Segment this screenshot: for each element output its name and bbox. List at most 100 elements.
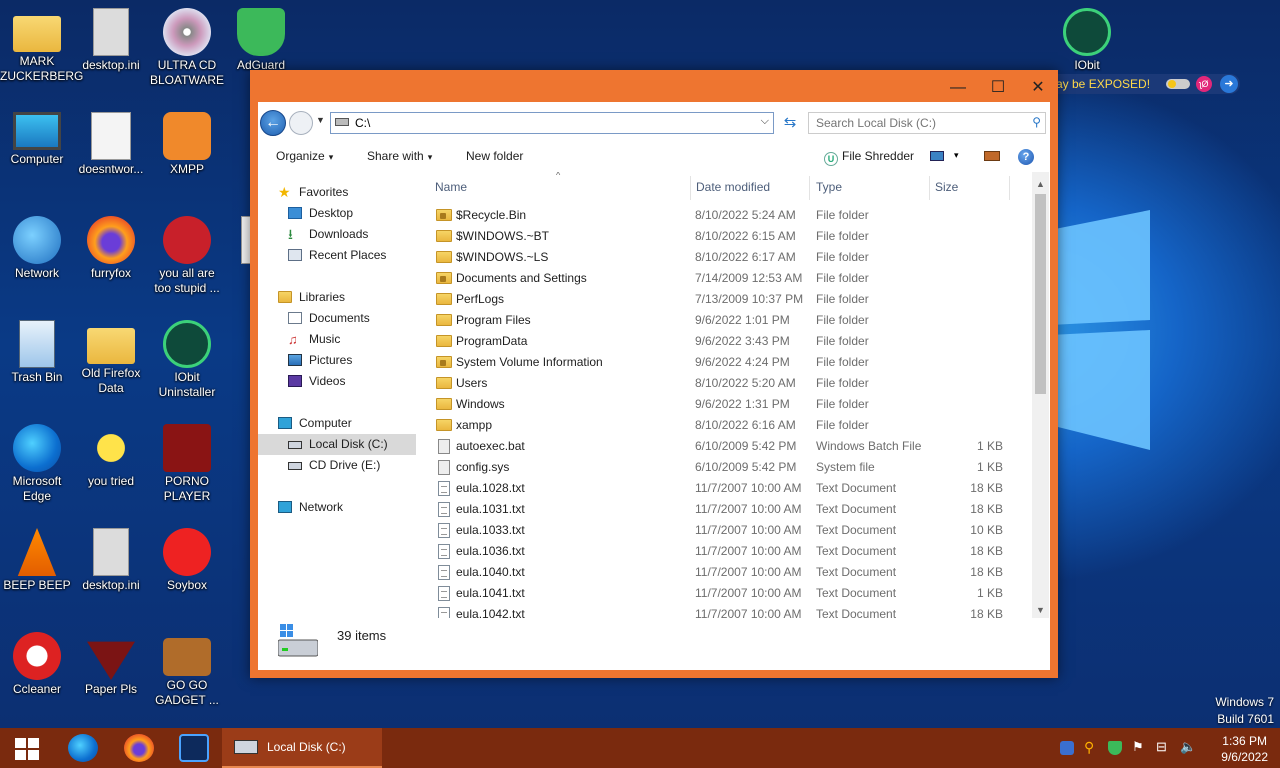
vertical-scrollbar[interactable]: ▲ ▼ <box>1032 172 1049 618</box>
file-row[interactable]: $WINDOWS.~BT 8/10/2022 6:15 AM File folder <box>424 226 1036 247</box>
column-divider[interactable] <box>1009 176 1010 200</box>
desktop-icon-old-firefox-data[interactable]: Old Firefox Data <box>74 320 148 396</box>
desktop-icon-ccleaner[interactable]: Ccleaner <box>0 632 74 697</box>
recent-pages-dropdown[interactable]: ▼ <box>316 115 325 125</box>
desktop-icon-paper-pls[interactable]: Paper Pls <box>74 632 148 697</box>
adguard-tray-icon[interactable] <box>1108 741 1122 755</box>
file-row[interactable]: eula.1031.txt 11/7/2007 10:00 AM Text Docu… <box>424 499 1036 520</box>
file-row[interactable]: autoexec.bat 6/10/2009 5:42 PM Windows Bat… <box>424 436 1036 457</box>
help-icon[interactable]: ? <box>1018 149 1034 165</box>
taskbar-explorer-window[interactable]: Local Disk (C:) <box>222 728 382 768</box>
desktop-icon-iobit-uninstaller[interactable]: IObit Uninstaller <box>150 320 224 400</box>
search-input[interactable] <box>809 113 1009 133</box>
nav-documents[interactable]: Documents <box>258 308 416 329</box>
file-row[interactable]: System Volume Information 9/6/2022 4:24 P… <box>424 352 1036 373</box>
start-button[interactable] <box>0 728 54 768</box>
minimize-button[interactable]: — <box>938 70 978 106</box>
scroll-up-arrow-icon[interactable]: ▲ <box>1032 176 1049 192</box>
column-divider[interactable] <box>809 176 810 200</box>
file-row[interactable]: $Recycle.Bin 8/10/2022 5:24 AM File folder <box>424 205 1036 226</box>
nav-favorites[interactable]: ★ Favorites <box>258 182 416 203</box>
file-row[interactable]: Program Files 9/6/2022 1:01 PM File folder <box>424 310 1036 331</box>
nav-desktop[interactable]: Desktop <box>258 203 416 224</box>
file-row[interactable]: eula.1042.txt 11/7/2007 10:00 AM Text Docu… <box>424 604 1036 618</box>
network-tray-icon[interactable]: ⊟ <box>1156 739 1170 754</box>
column-divider[interactable] <box>929 176 930 200</box>
desktop-icon-mark-zuckerberg[interactable]: MARK ZUCKERBERG <box>0 8 83 84</box>
nav-libraries[interactable]: Libraries <box>258 287 416 308</box>
desktop-icon-microsoft-edge[interactable]: Microsoft Edge <box>0 424 74 504</box>
file-row[interactable]: eula.1036.txt 11/7/2007 10:00 AM Text Docu… <box>424 541 1036 562</box>
file-row[interactable]: Windows 9/6/2022 1:31 PM File folder <box>424 394 1036 415</box>
taskbar-firefox[interactable] <box>112 728 166 768</box>
nav-local-disk[interactable]: Local Disk (C:) <box>258 434 416 455</box>
taskbar-adguard-vpn[interactable] <box>167 728 221 768</box>
column-divider[interactable] <box>690 176 691 200</box>
nav-network[interactable]: Network <box>258 497 416 518</box>
nav-cd-drive[interactable]: CD Drive (E:) <box>258 455 416 476</box>
column-header-date[interactable]: Date modified <box>696 180 770 194</box>
file-row[interactable]: eula.1040.txt 11/7/2007 10:00 AM Text Docu… <box>424 562 1036 583</box>
nav-downloads[interactable]: ⭳ Downloads <box>258 224 416 245</box>
desktop-icon-go-go-gadget[interactable]: GO GO GADGET ... <box>150 632 224 708</box>
column-header-type[interactable]: Type <box>816 180 842 194</box>
desktop-icon-porno-player[interactable]: PORNO PLAYER <box>150 424 224 504</box>
nav-recent-places[interactable]: Recent Places <box>258 245 416 266</box>
desktop-icon-ultra-cd-bloatware[interactable]: ULTRA CD BLOATWARE <box>150 8 224 88</box>
iobit-badge-icon[interactable]: ʅØ <box>1196 76 1212 92</box>
new-folder-button[interactable]: New folder <box>466 149 523 163</box>
search-icon[interactable]: ⚲ <box>1084 739 1098 755</box>
desktop-icon-beep-beep[interactable]: BEEP BEEP <box>0 528 74 593</box>
refresh-button[interactable]: ⇆ <box>780 112 800 134</box>
column-header-name[interactable]: Name <box>435 180 467 194</box>
action-center-flag-icon[interactable]: ⚑ <box>1132 739 1146 754</box>
change-view-icon[interactable] <box>930 151 944 161</box>
desktop-icon-doesntwor[interactable]: doesntwor... <box>74 112 148 177</box>
desktop-icon-adguard[interactable]: AdGuard <box>224 8 298 73</box>
desktop-icon-you-tried[interactable]: you tried <box>74 424 148 489</box>
address-text[interactable]: C:\ <box>355 116 370 130</box>
share-with-button[interactable]: Share with ▾ <box>367 149 432 163</box>
file-row[interactable]: eula.1028.txt 11/7/2007 10:00 AM Text Docu… <box>424 478 1036 499</box>
file-row[interactable]: Documents and Settings 7/14/2009 12:53 AM… <box>424 268 1036 289</box>
volume-icon[interactable]: 🔈 <box>1180 739 1196 754</box>
preview-pane-icon[interactable] <box>984 151 1000 161</box>
desktop-icon-furryfox[interactable]: furryfox <box>74 216 148 281</box>
desktop-icon-xmpp[interactable]: XMPP <box>150 112 224 177</box>
scrollbar-thumb[interactable] <box>1035 194 1046 394</box>
desktop-icon-iobit[interactable]: IObit <box>1050 8 1124 73</box>
desktop-icon-you-all-are-too-stupid[interactable]: you all are too stupid ... <box>150 216 224 296</box>
nav-music[interactable]: ♫ Music <box>258 329 416 350</box>
desktop-icon-network[interactable]: Network <box>0 216 74 281</box>
back-button[interactable]: ← <box>260 110 286 136</box>
tray-shield-icon[interactable] <box>1060 741 1074 755</box>
file-row[interactable]: PerfLogs 7/13/2009 10:37 PM File folder <box>424 289 1036 310</box>
file-row[interactable]: eula.1033.txt 11/7/2007 10:00 AM Text Docu… <box>424 520 1036 541</box>
chevron-down-icon[interactable]: ⌵ <box>761 115 769 128</box>
chevron-down-icon[interactable]: ▾ <box>954 150 959 161</box>
arrow-right-icon[interactable]: ➜ <box>1220 75 1238 93</box>
desktop-icon-desktop-ini[interactable]: desktop.ini <box>74 8 148 73</box>
toggle-switch[interactable] <box>1166 79 1190 89</box>
file-row[interactable]: Users 8/10/2022 5:20 AM File folder <box>424 373 1036 394</box>
file-row[interactable]: xampp 8/10/2022 6:16 AM File folder <box>424 415 1036 436</box>
desktop-icon-trash-bin[interactable]: Trash Bin <box>0 320 74 385</box>
file-row[interactable]: config.sys 6/10/2009 5:42 PM System file 1 … <box>424 457 1036 478</box>
file-row[interactable]: ProgramData 9/6/2022 3:43 PM File folder <box>424 331 1036 352</box>
column-header-size[interactable]: Size <box>935 180 958 194</box>
close-button[interactable]: ✕ <box>1018 70 1058 106</box>
search-box[interactable]: ⚲ <box>808 112 1046 134</box>
scroll-down-arrow-icon[interactable]: ▼ <box>1032 602 1049 618</box>
search-icon[interactable]: ⚲ <box>1032 115 1041 129</box>
desktop-icon-computer[interactable]: Computer <box>0 112 74 167</box>
file-row[interactable]: $WINDOWS.~LS 8/10/2022 6:17 AM File folder <box>424 247 1036 268</box>
forward-button[interactable] <box>289 111 313 135</box>
organize-button[interactable]: Organize ▾ <box>276 149 333 163</box>
iobit-toolbar[interactable]: ay be EXPOSED! ʅØ ➜ <box>1050 74 1240 94</box>
nav-computer[interactable]: Computer <box>258 413 416 434</box>
file-shredder-button[interactable]: U File Shredder <box>824 149 914 166</box>
address-bar[interactable]: C:\ ⌵ <box>330 112 774 134</box>
nav-videos[interactable]: Videos <box>258 371 416 392</box>
desktop-icon-soybox[interactable]: Soybox <box>150 528 224 593</box>
file-row[interactable]: eula.1041.txt 11/7/2007 10:00 AM Text Docu… <box>424 583 1036 604</box>
